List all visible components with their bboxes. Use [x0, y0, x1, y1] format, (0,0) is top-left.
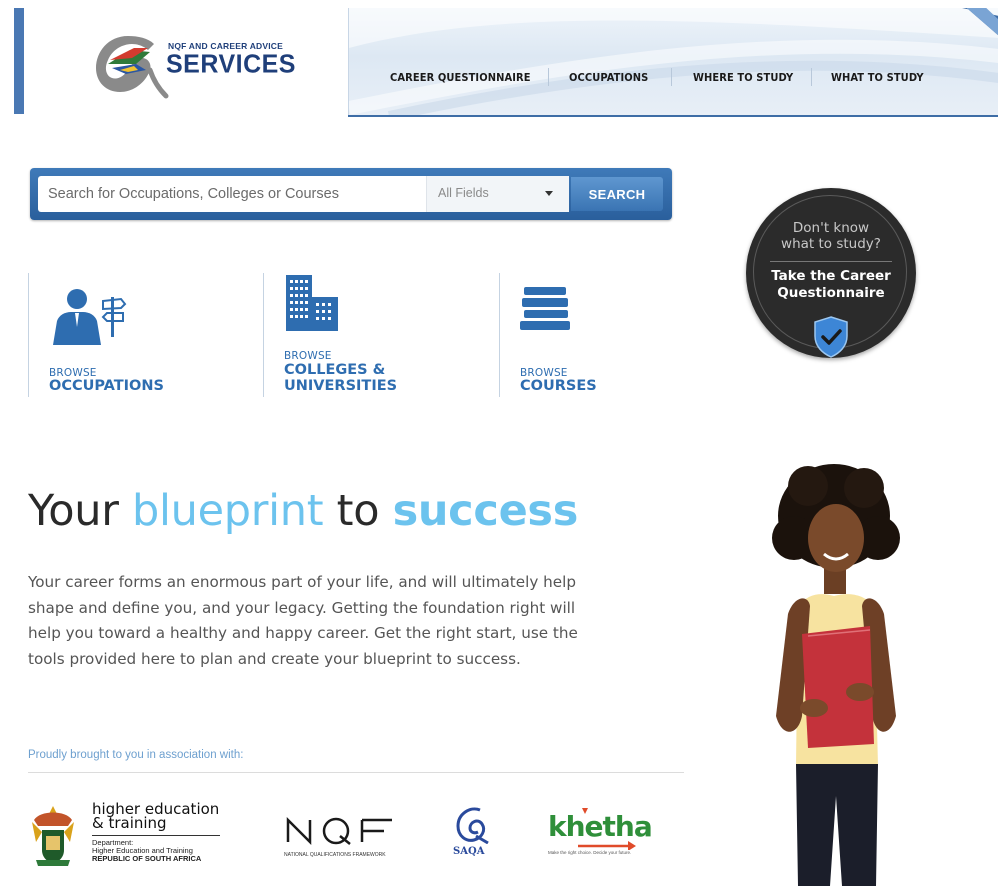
nqf-wordmark-icon: [286, 816, 392, 846]
headline-blueprint: blueprint: [131, 486, 324, 536]
chevron-down-icon: [545, 191, 553, 196]
browse-label-occupations: OCCUPATIONS: [49, 378, 164, 394]
nav-separator: [548, 68, 549, 86]
dhet-sub-line3: REPUBLIC OF SOUTH AFRICA: [92, 854, 202, 863]
nav-swoosh-decoration: [349, 8, 998, 116]
browse-courses-tile[interactable]: BROWSE COURSES: [500, 273, 700, 397]
badge-question-line2: what to study?: [781, 236, 881, 252]
nav-where-to-study[interactable]: WHERE TO STUDY: [693, 71, 793, 84]
headline-your: Your: [28, 486, 132, 536]
nav-career-questionnaire[interactable]: CAREER QUESTIONNAIRE: [390, 71, 531, 84]
saqa-emblem-icon: [456, 807, 489, 844]
header-accent-bar: [14, 8, 24, 114]
saqa-logo[interactable]: SAQA: [448, 806, 498, 862]
student-photo: [772, 464, 900, 886]
page-headline: Your blueprint to success: [28, 486, 578, 536]
search-button[interactable]: SEARCH: [571, 177, 663, 211]
nqf-subtitle: NATIONAL QUALIFICATIONS FRAMEWORK: [284, 852, 386, 858]
coat-of-arms-icon: [32, 806, 74, 866]
nav-what-to-study[interactable]: WHAT TO STUDY: [831, 71, 924, 84]
saqa-label: SAQA: [453, 846, 485, 857]
partners-intro: Proudly brought to you in association wi…: [28, 749, 244, 761]
browse-label-colleges: COLLEGES &: [284, 362, 386, 378]
browse-occupations-tile[interactable]: BROWSE OCCUPATIONS: [29, 273, 262, 397]
badge-cta-line2: Questionnaire: [777, 285, 885, 301]
khetha-logo[interactable]: khetha Make the right choice. Decide you…: [548, 806, 653, 862]
dhet-title-line2: & training: [92, 814, 167, 832]
headline-success: success: [392, 486, 579, 536]
partners-divider: [28, 772, 684, 773]
dhet-rule: [92, 835, 220, 836]
search-field-select-value: All Fields: [438, 186, 489, 200]
main-nav: CAREER QUESTIONNAIRE OCCUPATIONS WHERE T…: [348, 8, 998, 116]
badge-divider: [770, 261, 892, 262]
headline-to: to: [323, 486, 393, 536]
browse-colleges-tile[interactable]: BROWSE COLLEGES & UNIVERSITIES: [264, 273, 498, 397]
intro-paragraph: Your career forms an enormous part of yo…: [28, 573, 578, 668]
khetha-tagline: Make the right choice. Decide your futur…: [548, 850, 632, 855]
books-icon: [520, 287, 570, 330]
buildings-icon: [286, 275, 338, 331]
browse-label-courses: COURSES: [520, 378, 597, 394]
nav-occupations[interactable]: OCCUPATIONS: [569, 71, 648, 84]
dhet-logo[interactable]: higher education & training Department: …: [28, 800, 228, 872]
nav-bottom-border: [348, 115, 998, 117]
search-input[interactable]: [38, 176, 426, 212]
nav-separator: [811, 68, 812, 86]
badge-question-line1: Don't know: [792, 220, 870, 236]
shield-check-icon: [814, 316, 848, 358]
badge-cta-line1: Take the Career: [771, 268, 891, 284]
nqf-logo[interactable]: NATIONAL QUALIFICATIONS FRAMEWORK: [284, 808, 404, 864]
logo-title: SERVICES: [166, 49, 296, 79]
browse-label-small: BROWSE: [284, 350, 332, 362]
nav-separator: [671, 68, 672, 86]
logo-emblem-icon: [96, 36, 169, 99]
person-signpost-icon: [53, 289, 127, 345]
khetha-arrow-icon: [578, 808, 636, 850]
browse-label-universities: UNIVERSITIES: [284, 378, 398, 394]
